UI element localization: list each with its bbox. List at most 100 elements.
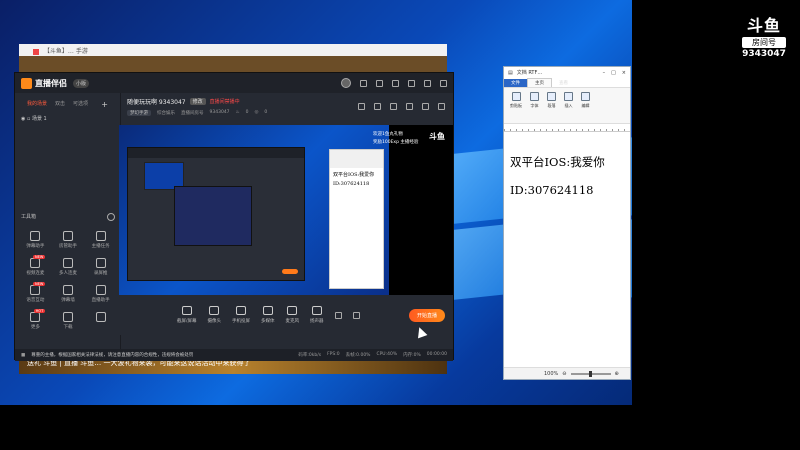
tool-icon: NEW (30, 282, 46, 295)
stat-memory: 内存:0% (403, 353, 421, 358)
speaker-button[interactable]: 扬声器 (310, 306, 324, 324)
tool-icon (62, 258, 73, 268)
tool-item[interactable]: NEW 视频连麦 (19, 255, 52, 276)
app-titlebar: 直播伴侣 小版 (15, 73, 453, 93)
tool-item[interactable]: 录屏推 (84, 258, 117, 276)
tool-icon (62, 312, 73, 322)
menu-icon[interactable] (376, 79, 383, 87)
maximize-icon[interactable] (424, 79, 431, 87)
add-scene-icon[interactable]: + (101, 100, 108, 109)
media-icon (262, 306, 273, 315)
screen-capture-button[interactable]: 截屏/屏幕 (177, 306, 197, 324)
tool-icon (95, 258, 106, 268)
tool-item[interactable] (84, 312, 117, 330)
document-body[interactable]: 双平台IOS:我爱你 ID:307624118 (504, 132, 630, 204)
tool-icon (62, 285, 73, 295)
media-button[interactable]: 多媒体 (261, 306, 275, 324)
clipboard-group[interactable]: 剪贴板 (510, 92, 522, 119)
room-no-value: 9343047 (209, 110, 230, 115)
app-logo: 直播伴侣 小版 (21, 77, 90, 89)
maximize-icon[interactable]: □ (611, 70, 616, 76)
paragraph-group[interactable]: 段落 (547, 92, 556, 119)
share-screen-icon[interactable] (374, 103, 381, 110)
camera-icon (209, 306, 220, 315)
camera-button[interactable]: 摄像头 (208, 306, 221, 324)
new-badge: NEW (33, 282, 46, 286)
clipboard-icon (511, 92, 521, 101)
live-preview[interactable]: 双平台IOS:我爱你 ID:307624118 欢迎1鱼丸礼物 奖励100Exp… (119, 125, 453, 295)
record-video-icon[interactable] (334, 311, 342, 319)
tool-item[interactable]: 直播助手 (84, 285, 117, 303)
zoom-slider[interactable] (570, 370, 611, 377)
microphone-button[interactable]: 麦克风 (286, 306, 299, 324)
minimize-icon[interactable] (408, 79, 415, 87)
minimize-icon[interactable]: – (603, 70, 606, 76)
eye-icon[interactable]: ◉ (21, 116, 25, 122)
category-label[interactable]: 梦幻手游 (127, 110, 151, 116)
room-id: 9343047 (742, 49, 786, 59)
preview-app-window (127, 147, 305, 281)
edit-title-button[interactable]: 修改 (189, 98, 206, 105)
tool-item[interactable]: NEW 语音互动 (19, 282, 52, 303)
toolbox-grid: 弹幕助手 房管助手 主播任务 NEW 视频连麦 多人连麦 录屏推 NEW 语音互动 … (19, 231, 117, 330)
font-group[interactable]: 字体 (530, 92, 539, 119)
ribbon-tabs: 文件 主页 查看 (504, 78, 630, 88)
ruler (504, 124, 630, 132)
tab-double-click[interactable]: 双击 (55, 100, 65, 109)
screenshot-icon[interactable] (406, 103, 413, 110)
stat-bitrate: 码率:0kb/s (298, 353, 322, 358)
info-actions (358, 103, 445, 110)
tab-view[interactable]: 查看 (552, 79, 575, 87)
close-icon[interactable]: × (622, 70, 626, 76)
settings-icon[interactable] (360, 79, 367, 87)
settings-gear-icon[interactable] (352, 311, 360, 319)
zoom-in-icon[interactable]: ⊕ (615, 371, 619, 377)
tab-home[interactable]: 主页 (527, 78, 552, 87)
tool-item[interactable]: 下载 (52, 312, 85, 330)
sidebar-tabs: 我的场景 双击 可选项 + (15, 93, 120, 113)
heat-count: 0 (245, 110, 249, 115)
gift-icon[interactable] (358, 103, 365, 110)
tab-file[interactable]: 文件 (504, 78, 527, 87)
preview-doc-line1: 双平台IOS:我爱你 (333, 172, 375, 178)
preview-black-panel (389, 125, 453, 295)
edit-group[interactable]: 编辑 (581, 92, 590, 119)
doc-line-2: ID:307624118 (510, 183, 594, 197)
phone-cast-button[interactable]: 手机投屏 (232, 306, 250, 324)
close-icon[interactable] (440, 79, 447, 87)
toolbox-settings-icon[interactable] (107, 213, 115, 221)
stat-dropped: 丢帧:0.00% (345, 353, 371, 358)
tool-item[interactable]: 主播任务 (84, 231, 117, 249)
room-title: 随便玩玩啊 9343047 (127, 99, 186, 106)
record-icon[interactable] (390, 103, 397, 110)
tool-icon (95, 231, 106, 241)
avatar-icon[interactable] (341, 78, 351, 88)
speaker-icon (311, 306, 322, 315)
tool-item[interactable]: 房管助手 (52, 231, 85, 249)
viewer-icon: ◎ (254, 110, 259, 115)
go-live-button[interactable]: 开始直播 (408, 308, 445, 322)
tool-item[interactable]: 弹幕助手 (19, 231, 52, 249)
preview-logo: 斗鱼 (429, 132, 445, 141)
insert-group[interactable]: 插入 (564, 92, 573, 119)
stat-fps: FPS:0 (327, 352, 340, 357)
browser-tab[interactable]: 【斗鱼】… 手游 (19, 44, 447, 56)
lock-icon[interactable]: ▫ (27, 116, 30, 122)
version-badge[interactable]: 小版 (73, 78, 90, 88)
brand-text: 斗鱼 (746, 16, 781, 35)
tool-item[interactable]: HOT 更多 (19, 309, 52, 330)
zoom-out-icon[interactable]: ⊖ (562, 371, 566, 377)
tab-options[interactable]: 可选项 (73, 100, 88, 109)
tool-icon (95, 285, 106, 295)
font-icon (530, 92, 539, 101)
tool-item[interactable]: 弹幕墙 (52, 285, 85, 303)
scene-item[interactable]: ◉ ▫ 场景 1 (15, 113, 120, 124)
share-icon[interactable] (438, 103, 445, 110)
doc-titlebar: ▤ 文档 RTF… – □ × (504, 67, 630, 78)
tab-title: 【斗鱼】… 手游 (43, 48, 88, 55)
titlebar-icons (341, 78, 447, 88)
tool-item[interactable]: 多人连麦 (52, 258, 85, 276)
bell-icon[interactable] (422, 103, 429, 110)
tab-my-scenes[interactable]: 我的场景 (27, 100, 47, 109)
skin-icon[interactable] (392, 79, 399, 87)
